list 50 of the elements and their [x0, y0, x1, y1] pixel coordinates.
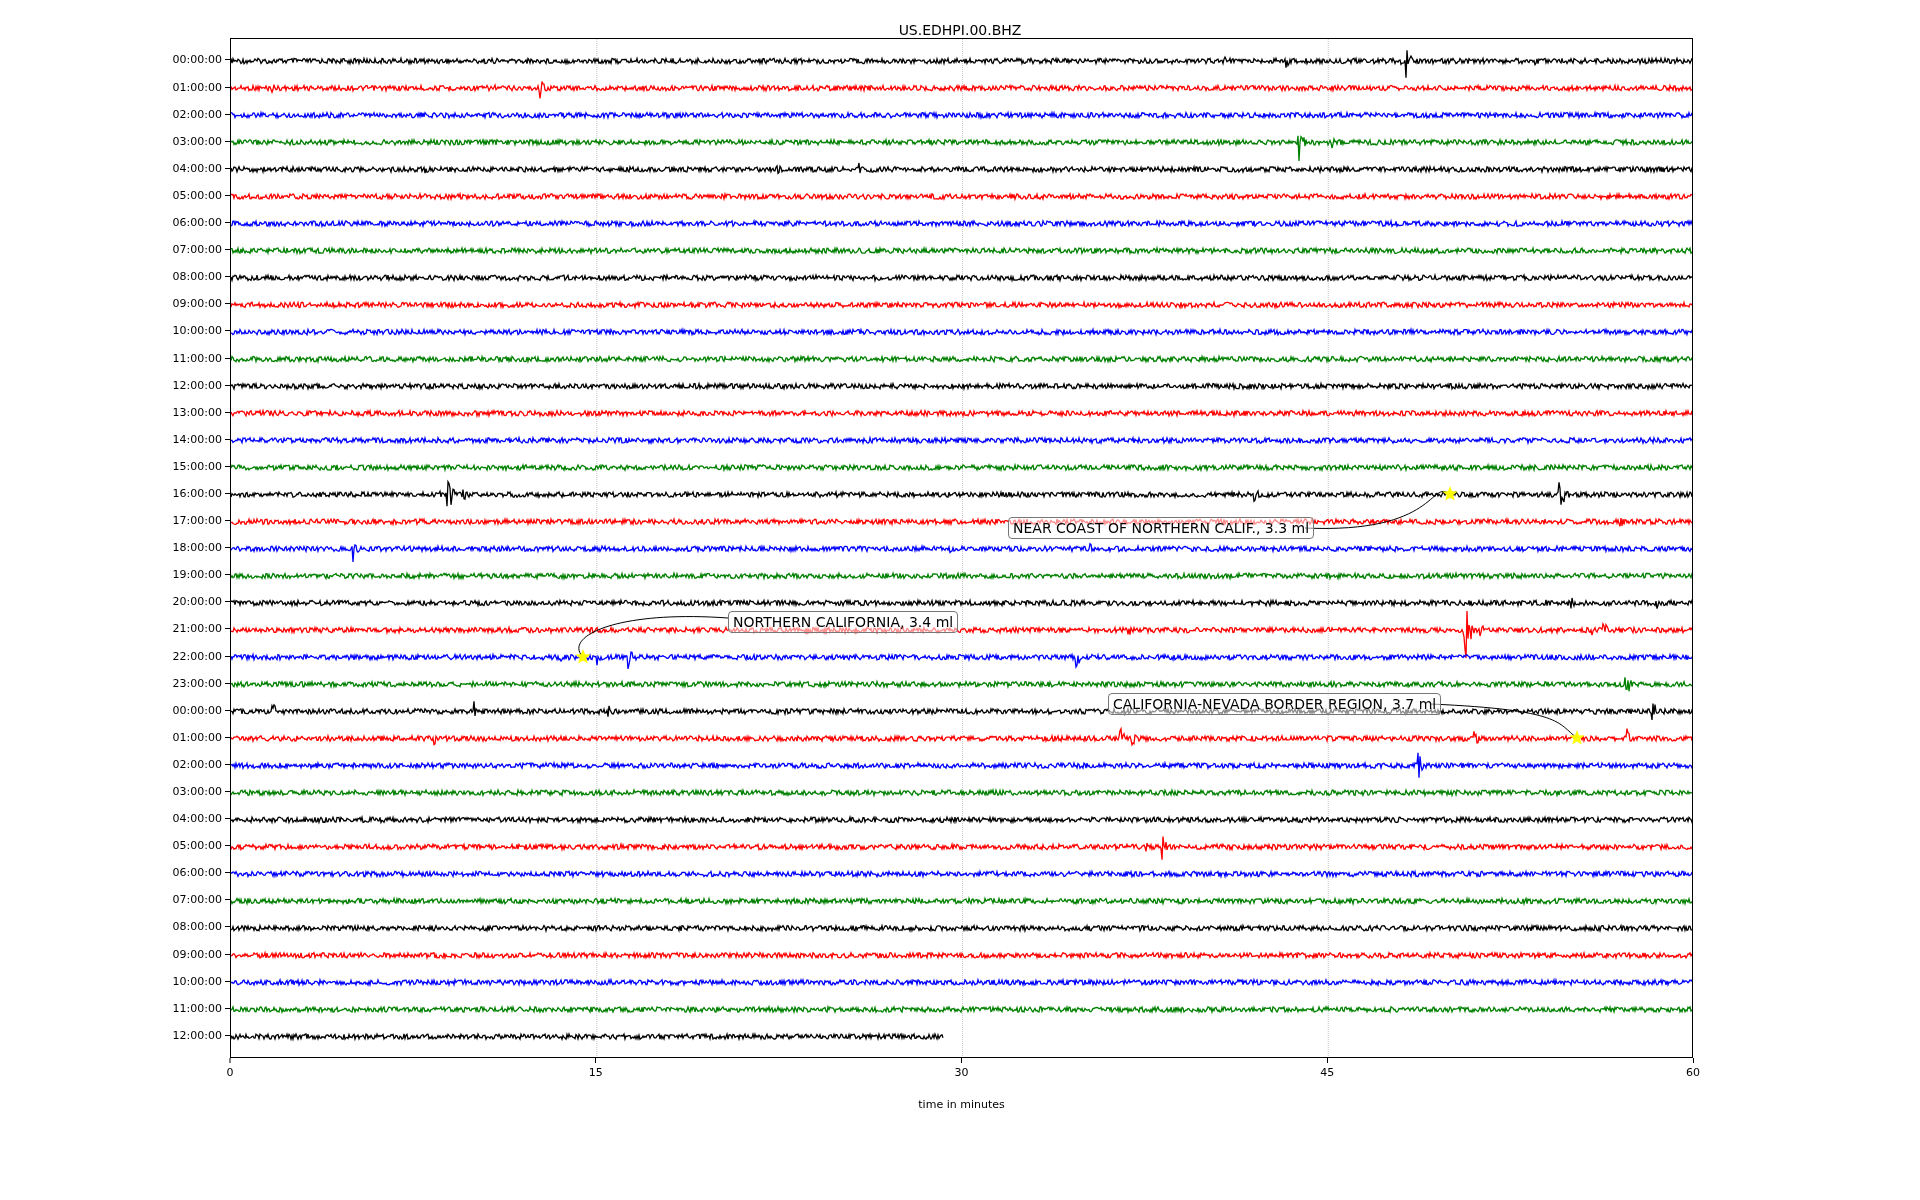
hour-label: 03:00:00	[172, 134, 222, 148]
star-icon	[1569, 730, 1585, 745]
hour-label: 02:00:00	[172, 107, 222, 121]
hour-label: 08:00:00	[172, 270, 222, 284]
hour-label: 04:00:00	[172, 161, 222, 175]
axis-tick-label: 45	[1320, 1066, 1335, 1079]
star-icon	[575, 649, 591, 664]
hour-label: 09:00:00	[172, 947, 222, 961]
hour-label: 07:00:00	[172, 893, 222, 907]
hour-label: 21:00:00	[172, 622, 222, 636]
axis-tick-label: 60	[1686, 1066, 1700, 1079]
hour-label: 04:00:00	[172, 812, 222, 826]
hour-label: 15:00:00	[172, 459, 222, 473]
hour-label: 10:00:00	[172, 324, 222, 338]
hour-label: 01:00:00	[172, 730, 222, 744]
hour-label: 06:00:00	[172, 216, 222, 230]
event-annotation: CALIFORNIA-NEVADA BORDER REGION, 3.7 ml	[1108, 693, 1442, 715]
hour-label: 03:00:00	[172, 785, 222, 798]
hour-label: 05:00:00	[172, 188, 222, 202]
hour-label: 12:00:00	[172, 378, 222, 392]
hour-label: 08:00:00	[172, 920, 222, 934]
hour-label: 11:00:00	[172, 1001, 222, 1015]
hour-label: 13:00:00	[172, 405, 222, 419]
hour-label: 01:00:00	[172, 80, 222, 94]
hour-label: 20:00:00	[172, 595, 222, 609]
hour-label: 02:00:00	[172, 757, 222, 771]
hour-label: 11:00:00	[172, 351, 222, 365]
hour-label: 00:00:00	[172, 703, 222, 717]
axis-tick-label: 0	[226, 1066, 234, 1079]
axis-tick-label: 30	[954, 1066, 969, 1079]
hour-label: 05:00:00	[172, 839, 222, 853]
hour-label: 17:00:00	[172, 514, 222, 528]
hour-label: 00:00:00	[172, 53, 222, 67]
hour-label: 09:00:00	[172, 297, 222, 311]
plot-title: US.EDHPI.00.BHZ	[897, 21, 1023, 38]
event-annotation: NEAR COAST OF NORTHERN CALIF., 3.3 ml	[1008, 517, 1315, 539]
hour-label: 23:00:00	[172, 676, 222, 690]
hour-label: 19:00:00	[172, 568, 222, 582]
axis-tick-label: 15	[588, 1066, 603, 1079]
hour-label: 07:00:00	[172, 243, 222, 257]
hour-label: 18:00:00	[172, 541, 222, 555]
hour-label: 14:00:00	[172, 432, 222, 446]
star-icon	[1442, 486, 1458, 501]
hour-label: 16:00:00	[172, 487, 222, 500]
hour-label: 06:00:00	[172, 866, 222, 880]
event-annotation: NORTHERN CALIFORNIA, 3.4 ml	[728, 611, 959, 633]
axis-title: time in minutes	[918, 1098, 1005, 1111]
hour-label: 22:00:00	[172, 649, 222, 663]
hour-label: 10:00:00	[172, 974, 222, 988]
hour-label: 12:00:00	[172, 1028, 222, 1042]
